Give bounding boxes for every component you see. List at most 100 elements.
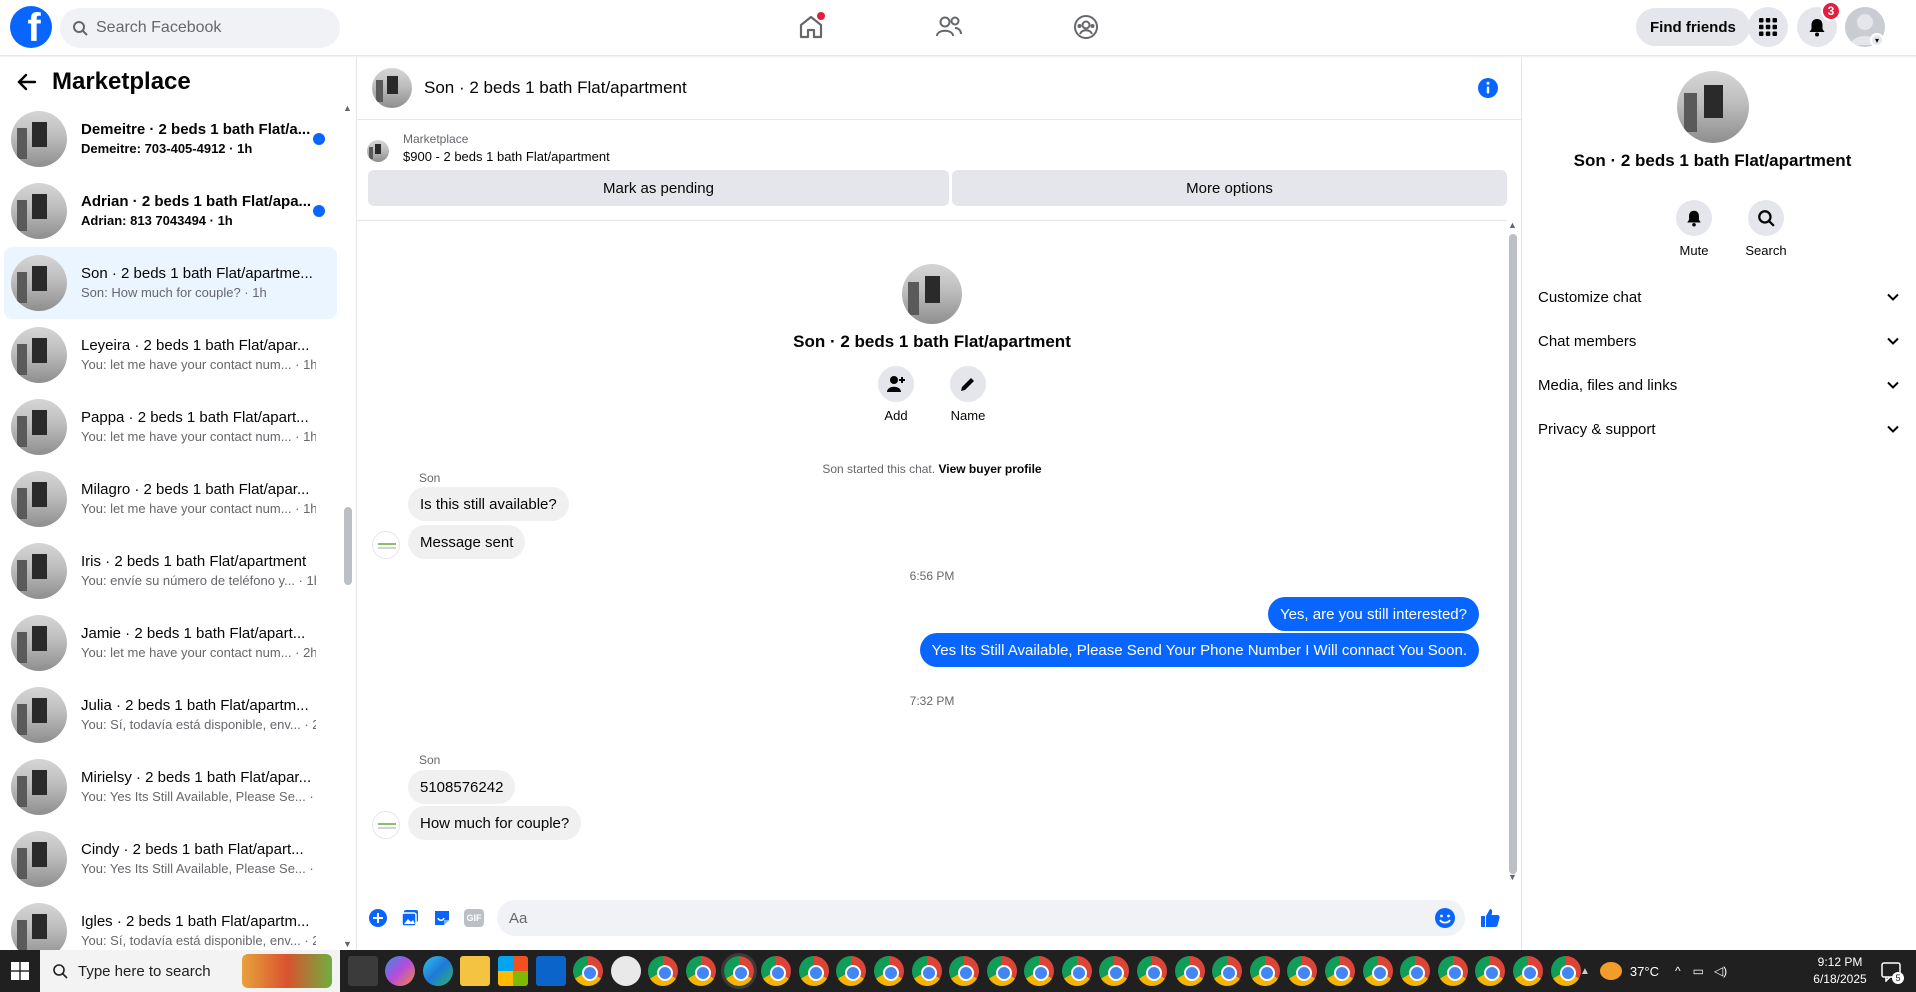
chrome-icon[interactable]	[911, 956, 942, 986]
thumbs-up-icon[interactable]	[1479, 907, 1501, 929]
chrome-icon[interactable]	[1475, 956, 1506, 986]
add-people-button[interactable]: Add	[872, 366, 920, 423]
chrome-icon[interactable]	[1061, 956, 1092, 986]
chrome-icon[interactable]	[1249, 956, 1280, 986]
chrome-icon[interactable]	[648, 956, 679, 986]
volume-icon[interactable]: ◁)	[1714, 964, 1727, 978]
outgoing-message[interactable]: Yes, are you still interested?	[1267, 597, 1479, 631]
emoji-icon[interactable]	[1433, 906, 1457, 930]
network-icon[interactable]: ▭	[1693, 964, 1704, 978]
back-arrow-icon[interactable]	[10, 65, 44, 99]
chrome-icon[interactable]	[798, 956, 829, 986]
chrome-icon[interactable]	[1400, 956, 1431, 986]
notifications-button[interactable]: 3	[1797, 1, 1841, 47]
copilot-icon[interactable]	[385, 956, 416, 986]
chrome-icon[interactable]	[836, 956, 867, 986]
chrome-icon[interactable]	[1325, 956, 1356, 986]
incoming-message[interactable]: Is this still available?	[408, 487, 569, 521]
scroll-down-arrow-icon[interactable]: ▼	[343, 939, 352, 949]
temperature[interactable]: 37°C	[1630, 964, 1659, 979]
chrome-icon[interactable]	[949, 956, 980, 986]
tray-scroll-icon[interactable]: ▲	[1580, 966, 1590, 977]
listing-meta[interactable]: Marketplace $900 - 2 beds 1 bath Flat/ap…	[367, 130, 610, 166]
incoming-message[interactable]: Message sent	[408, 525, 526, 559]
message-input-container[interactable]	[497, 900, 1465, 936]
chrome-icon[interactable]	[1099, 956, 1130, 986]
sidebar-scroll-thumb[interactable]	[344, 507, 352, 585]
chat-header-thumbnail[interactable]	[372, 68, 412, 108]
chrome-icon[interactable]	[1287, 956, 1318, 986]
chrome-icon[interactable]	[1362, 956, 1393, 986]
plus-circle-icon[interactable]	[367, 907, 389, 929]
chrome-icon-active[interactable]	[720, 953, 757, 989]
search-in-conversation-button[interactable]: Search	[1736, 200, 1796, 258]
chrome-icon[interactable]	[1437, 956, 1468, 986]
conversation-item-active[interactable]: Son · 2 beds 1 bath Flat/apartme... Son: …	[4, 247, 337, 319]
taskbar-clock[interactable]: 9:12 PM 6/18/2025	[1800, 954, 1880, 988]
friends-icon[interactable]	[932, 10, 966, 44]
incoming-message[interactable]: How much for couple?	[408, 806, 582, 840]
app-icon[interactable]	[610, 956, 641, 986]
conversation-item[interactable]: Iris · 2 beds 1 bath Flat/apartment You: …	[4, 535, 337, 607]
facebook-logo[interactable]: f	[10, 6, 52, 48]
name-chat-button[interactable]: Name	[944, 366, 992, 423]
conversation-item[interactable]: Leyeira · 2 beds 1 bath Flat/apar... You:…	[4, 319, 337, 391]
chat-scroll-thumb[interactable]	[1509, 234, 1517, 874]
chrome-icon[interactable]	[685, 956, 716, 986]
message-input[interactable]	[509, 909, 1409, 927]
find-friends-button[interactable]: Find friends	[1636, 8, 1750, 46]
incoming-message[interactable]: 5108576242	[408, 770, 516, 804]
windows-start-icon[interactable]	[0, 950, 40, 992]
chrome-icon[interactable]	[1513, 956, 1543, 986]
customize-chat-section[interactable]: Customize chat	[1538, 279, 1900, 315]
chrome-icon[interactable]	[1024, 956, 1055, 986]
view-buyer-profile-link[interactable]: View buyer profile	[938, 462, 1041, 476]
privacy-support-section[interactable]: Privacy & support	[1538, 411, 1900, 447]
chat-header-title[interactable]: Son · 2 beds 1 bath Flat/apartment	[424, 78, 687, 98]
scroll-up-arrow-icon[interactable]: ▲	[343, 103, 352, 113]
facebook-search-input[interactable]	[96, 19, 316, 37]
microsoft-store-icon[interactable]	[497, 956, 528, 986]
file-explorer-icon[interactable]	[460, 956, 491, 986]
conversation-item[interactable]: Milagro · 2 beds 1 bath Flat/apar... You:…	[4, 463, 337, 535]
mark-as-pending-button[interactable]: Mark as pending	[368, 170, 949, 206]
chat-members-section[interactable]: Chat members	[1538, 323, 1900, 359]
task-view-icon[interactable]	[347, 956, 378, 986]
chrome-icon[interactable]	[873, 956, 904, 986]
chrome-icon[interactable]	[1137, 956, 1168, 986]
chrome-icon[interactable]	[1550, 956, 1581, 986]
sticker-icon[interactable]	[431, 907, 453, 929]
notification-center-icon[interactable]: 5	[1880, 960, 1904, 984]
conversation-item[interactable]: Mirielsy · 2 beds 1 bath Flat/apar... You…	[4, 751, 337, 823]
outlook-icon[interactable]	[535, 956, 566, 986]
scroll-down-arrow-icon[interactable]: ▼	[1508, 872, 1517, 882]
media-files-links-section[interactable]: Media, files and links	[1538, 367, 1900, 403]
photo-icon[interactable]	[399, 907, 421, 929]
gif-icon[interactable]: GIF	[463, 907, 485, 929]
chat-scrollbar[interactable]: ▲ ▼	[1505, 220, 1521, 884]
menu-grid-icon[interactable]	[1748, 7, 1788, 47]
conversation-item[interactable]: Julia · 2 beds 1 bath Flat/apartm... You:…	[4, 679, 337, 751]
more-options-button[interactable]: More options	[952, 170, 1507, 206]
chrome-icon[interactable]	[1212, 956, 1243, 986]
conversation-item[interactable]: Cindy · 2 beds 1 bath Flat/apart... You: …	[4, 823, 337, 895]
edge-icon[interactable]	[422, 956, 453, 986]
conversation-item[interactable]: Pappa · 2 beds 1 bath Flat/apart... You: …	[4, 391, 337, 463]
chrome-icon[interactable]	[986, 956, 1017, 986]
info-icon[interactable]	[1477, 77, 1499, 99]
weather-icon[interactable]	[1599, 962, 1622, 980]
outgoing-message[interactable]: Yes Its Still Available, Please Send You…	[919, 633, 1479, 667]
mute-button[interactable]: Mute	[1664, 200, 1724, 258]
home-icon[interactable]	[794, 10, 828, 44]
chrome-icon[interactable]	[761, 956, 792, 986]
taskbar-search-input[interactable]	[78, 962, 228, 980]
chevron-down-icon[interactable]: ▾	[1870, 33, 1884, 47]
chrome-icon[interactable]	[1174, 956, 1205, 986]
taskbar-search-box[interactable]	[40, 950, 340, 992]
conversation-item[interactable]: Igles · 2 beds 1 bath Flat/apartm... You:…	[4, 895, 337, 950]
conversation-item[interactable]: Jamie · 2 beds 1 bath Flat/apart... You: …	[4, 607, 337, 679]
sender-avatar[interactable]	[372, 811, 400, 839]
scroll-up-arrow-icon[interactable]: ▲	[1508, 220, 1517, 230]
sidebar-scrollbar[interactable]: ▲ ▼	[340, 103, 355, 950]
conversation-item[interactable]: Demeitre · 2 beds 1 bath Flat/a... Demeit…	[4, 103, 337, 175]
